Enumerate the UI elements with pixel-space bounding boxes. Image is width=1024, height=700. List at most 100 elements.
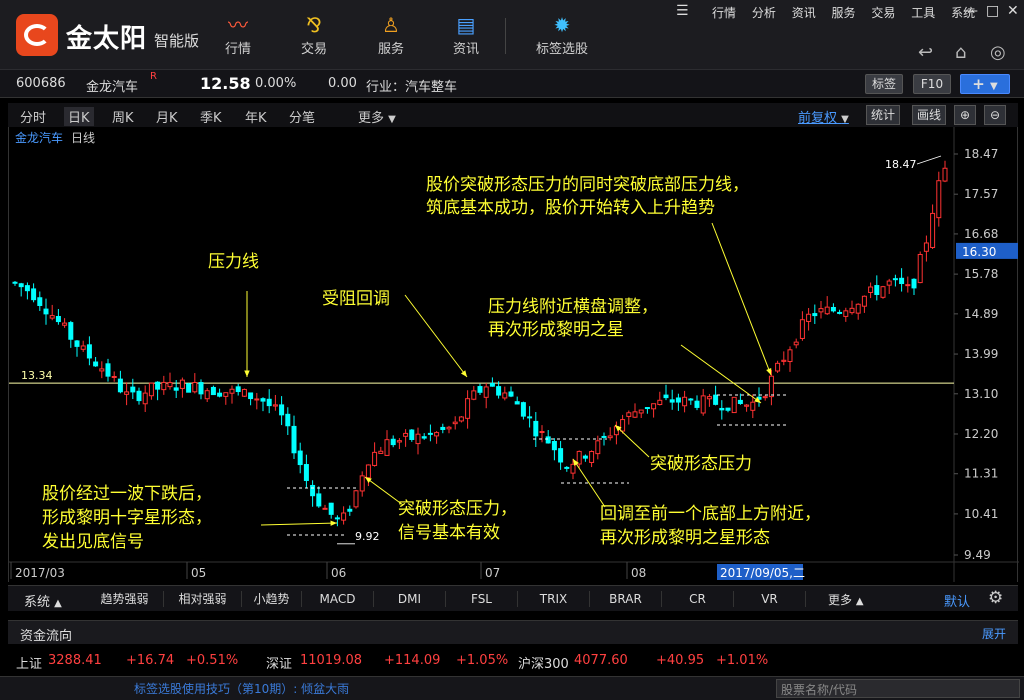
candle — [396, 440, 402, 443]
candle — [837, 311, 843, 314]
fq-dropdown[interactable]: 前复权 ▼ — [798, 107, 849, 126]
stock-industry: 行业：汽车整车 — [366, 80, 458, 95]
tab-daily[interactable]: 日K — [64, 107, 94, 126]
candle — [886, 280, 892, 286]
tab-ticks[interactable]: 分笔 — [289, 107, 315, 126]
candle — [545, 436, 551, 444]
indicator-tab[interactable]: TRIX — [518, 591, 590, 607]
more-dropdown[interactable]: 更多 ▼ — [358, 107, 396, 126]
candle — [427, 432, 433, 435]
candle — [731, 396, 737, 414]
indicator-more[interactable]: 更多 ▲ — [828, 591, 864, 608]
candle — [936, 180, 942, 219]
candle — [768, 375, 774, 398]
index-name[interactable]: 上证 — [16, 653, 42, 672]
nav-label: 交易 — [300, 42, 327, 57]
tab-timeshare[interactable]: 分时 — [20, 107, 46, 126]
indicator-tab[interactable]: CR — [662, 591, 734, 607]
period-bar: 分时 日K 周K 月K 季K 年K 分笔 更多 ▼ 前复权 ▼ 统计 画线 ⊕ … — [8, 103, 1018, 127]
annotation: 信号基本有效 — [398, 523, 500, 543]
line-chart-icon: 〰 — [228, 13, 248, 37]
indicator-tab[interactable]: 相对强弱 — [164, 591, 242, 607]
indicator-tab[interactable]: VR — [734, 591, 806, 607]
candle — [130, 386, 136, 393]
indicator-tab[interactable]: BRAR — [590, 591, 662, 607]
more-label: 更多 — [828, 593, 853, 607]
menu-item[interactable]: 交易 — [871, 6, 895, 20]
menu-item[interactable]: 服务 — [832, 6, 856, 20]
candle — [620, 419, 626, 432]
chevron-up-icon: ▲ — [855, 596, 864, 607]
tab-monthly[interactable]: 月K — [156, 107, 178, 126]
candle — [905, 284, 911, 287]
zoom-out-icon[interactable]: ⊖ — [984, 105, 1006, 125]
sign-icon[interactable]: ◎ — [990, 42, 1014, 64]
menu-item[interactable]: 资讯 — [792, 6, 816, 20]
candle — [471, 390, 477, 400]
tab-yearly[interactable]: 年K — [245, 107, 267, 126]
candle — [942, 167, 948, 182]
candle — [440, 426, 446, 430]
candle — [192, 381, 198, 393]
candle — [818, 308, 824, 313]
nav-quotes[interactable]: 〰 行情 — [208, 10, 268, 64]
candle — [167, 382, 173, 388]
bank-icon[interactable]: ⌂ — [955, 42, 979, 64]
stat-button[interactable]: 统计 — [866, 105, 900, 125]
system-dropdown[interactable]: 系统 ▲ — [24, 591, 62, 610]
index-name[interactable]: 深证 — [266, 653, 292, 672]
index-value: 3288.41 — [48, 653, 102, 668]
candle — [415, 433, 421, 445]
candle — [899, 277, 905, 285]
stock-search[interactable]: 股票名称/代码 — [776, 679, 1020, 698]
minimize-icon[interactable]: — — [964, 3, 978, 19]
index-change: +40.95 — [656, 653, 705, 668]
tab-quarterly[interactable]: 季K — [200, 107, 222, 126]
default-link[interactable]: 默认 — [944, 591, 970, 610]
tag-button[interactable]: 标签 — [865, 74, 903, 94]
nav-trade[interactable]: ⅋ 交易 — [284, 10, 344, 64]
indicator-tab[interactable]: 趋势强弱 — [86, 591, 164, 607]
indicator-tab[interactable]: DMI — [374, 591, 446, 607]
indicator-tab[interactable]: FSL — [446, 591, 518, 607]
indicator-tab[interactable]: MACD — [302, 591, 374, 607]
f10-button[interactable]: F10 — [913, 74, 951, 94]
candle — [657, 399, 663, 406]
candle — [279, 404, 285, 416]
tip-link[interactable]: 标签选股使用技巧（第10期）: 倾盆大雨 — [134, 680, 349, 697]
bulb-icon: ✹ — [553, 13, 571, 37]
menu-item[interactable]: 行情 — [712, 6, 736, 20]
candle — [155, 381, 161, 390]
back-icon[interactable]: ↩ — [918, 42, 942, 64]
close-icon[interactable]: ✕ — [1007, 3, 1019, 19]
gear-icon[interactable]: ⚙ — [988, 588, 1003, 608]
x-tick-label: 07 — [485, 566, 500, 580]
menu-list-icon[interactable]: ☰ — [676, 3, 689, 19]
candle — [644, 407, 650, 410]
index-name[interactable]: 沪深300 — [518, 653, 569, 672]
candle — [248, 392, 254, 400]
candle — [713, 394, 719, 405]
index-pct: +1.01% — [716, 653, 769, 668]
nav-service[interactable]: ♙ 服务 — [361, 10, 421, 64]
draw-button[interactable]: 画线 — [912, 105, 946, 125]
nav-label: 服务 — [377, 42, 404, 57]
maximize-icon[interactable]: □ — [986, 3, 999, 19]
menu-item[interactable]: 工具 — [911, 6, 935, 20]
resistance-label: 13.34 — [21, 369, 53, 382]
annotation: 再次形成黎明之星 — [488, 320, 624, 340]
menu-item[interactable]: 分析 — [752, 6, 776, 20]
candle — [874, 285, 880, 296]
indicator-tab[interactable]: 小趋势 — [242, 591, 302, 607]
annotation: 突破形态压力， — [398, 499, 517, 519]
candle — [341, 512, 347, 521]
candle — [750, 401, 756, 411]
zoom-in-icon[interactable]: ⊕ — [954, 105, 976, 125]
nav-tag-picker[interactable]: ✹ 标签选股 — [522, 10, 602, 64]
candle — [514, 401, 520, 405]
expand-link[interactable]: 展开 — [982, 625, 1006, 642]
nav-news[interactable]: ▤ 资讯 — [436, 10, 496, 64]
candle — [43, 308, 49, 315]
tab-weekly[interactable]: 周K — [112, 107, 134, 126]
add-button[interactable]: + ▼ — [960, 74, 1010, 94]
